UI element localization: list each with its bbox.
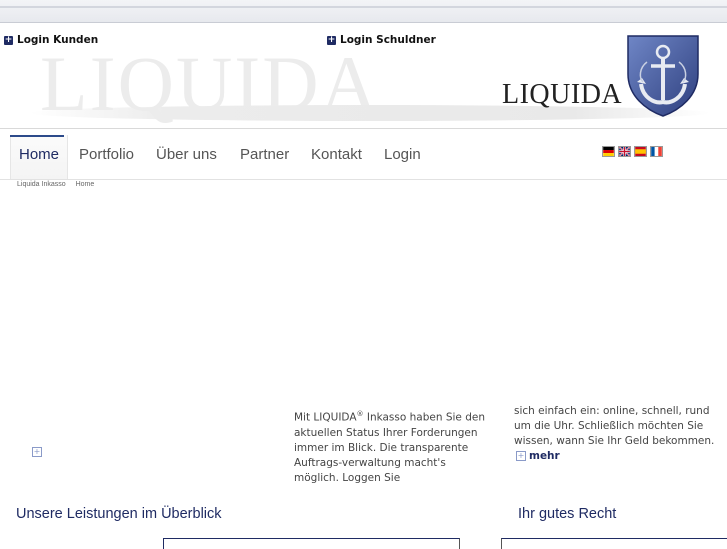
spanish-flag-icon[interactable] [634,146,647,157]
plus-icon: + [516,451,526,461]
nav-kontakt[interactable]: Kontakt [311,146,362,163]
plus-icon: + [4,34,13,45]
login-kunden-label: Login Kunden [17,34,99,46]
intro-text-column-2: sich einfach ein: online, schnell, rund … [514,404,727,464]
brand-logo-text[interactable]: LIQUIDA [502,79,622,111]
login-schuldner-label: Login Schuldner [340,34,436,46]
expand-plus-icon[interactable]: + [32,447,42,457]
anchor-shield-icon[interactable] [625,34,701,118]
breadcrumb-item-liquida-inkasso[interactable]: Liquida Inkasso [17,181,66,188]
german-flag-icon[interactable] [602,146,615,157]
section-heading-leistungen: Unsere Leistungen im Überblick [16,506,222,522]
plus-icon: + [327,34,336,45]
section-heading-recht: Ihr gutes Recht [518,506,617,522]
leistungen-panel [163,538,460,549]
mehr-link[interactable]: mehr [529,450,560,462]
main-navigation: Home Portfolio Über uns Partner Kontakt … [0,128,727,180]
intro-text-c: sich einfach ein: online, schnell, rund … [514,405,715,447]
browser-top-strip [0,0,727,23]
login-schuldner-link[interactable]: + Login Schuldner [327,34,436,46]
site-header: LIQUIDA + Login Kunden + Login Schuldner… [0,23,727,127]
breadcrumb-item-home[interactable]: Home [76,181,95,188]
nav-partner[interactable]: Partner [240,146,289,163]
language-flags [602,146,663,157]
breadcrumb: Liquida Inkasso Home [17,181,102,188]
nav-login[interactable]: Login [384,146,421,163]
nav-ueber-uns[interactable]: Über uns [156,146,217,163]
top-strip-line [0,6,727,8]
nav-home[interactable]: Home [19,146,59,163]
intro-text-column-1: Mit LIQUIDA® Inkasso haben Sie den aktue… [294,407,494,486]
nav-portfolio[interactable]: Portfolio [79,146,134,163]
nav-active-indicator [10,135,64,137]
uk-flag-icon[interactable] [618,146,631,157]
recht-panel [501,538,727,549]
login-kunden-link[interactable]: + Login Kunden [4,34,98,46]
french-flag-icon[interactable] [650,146,663,157]
registered-mark: ® [356,410,364,418]
intro-text-a: Mit LIQUIDA [294,411,357,424]
